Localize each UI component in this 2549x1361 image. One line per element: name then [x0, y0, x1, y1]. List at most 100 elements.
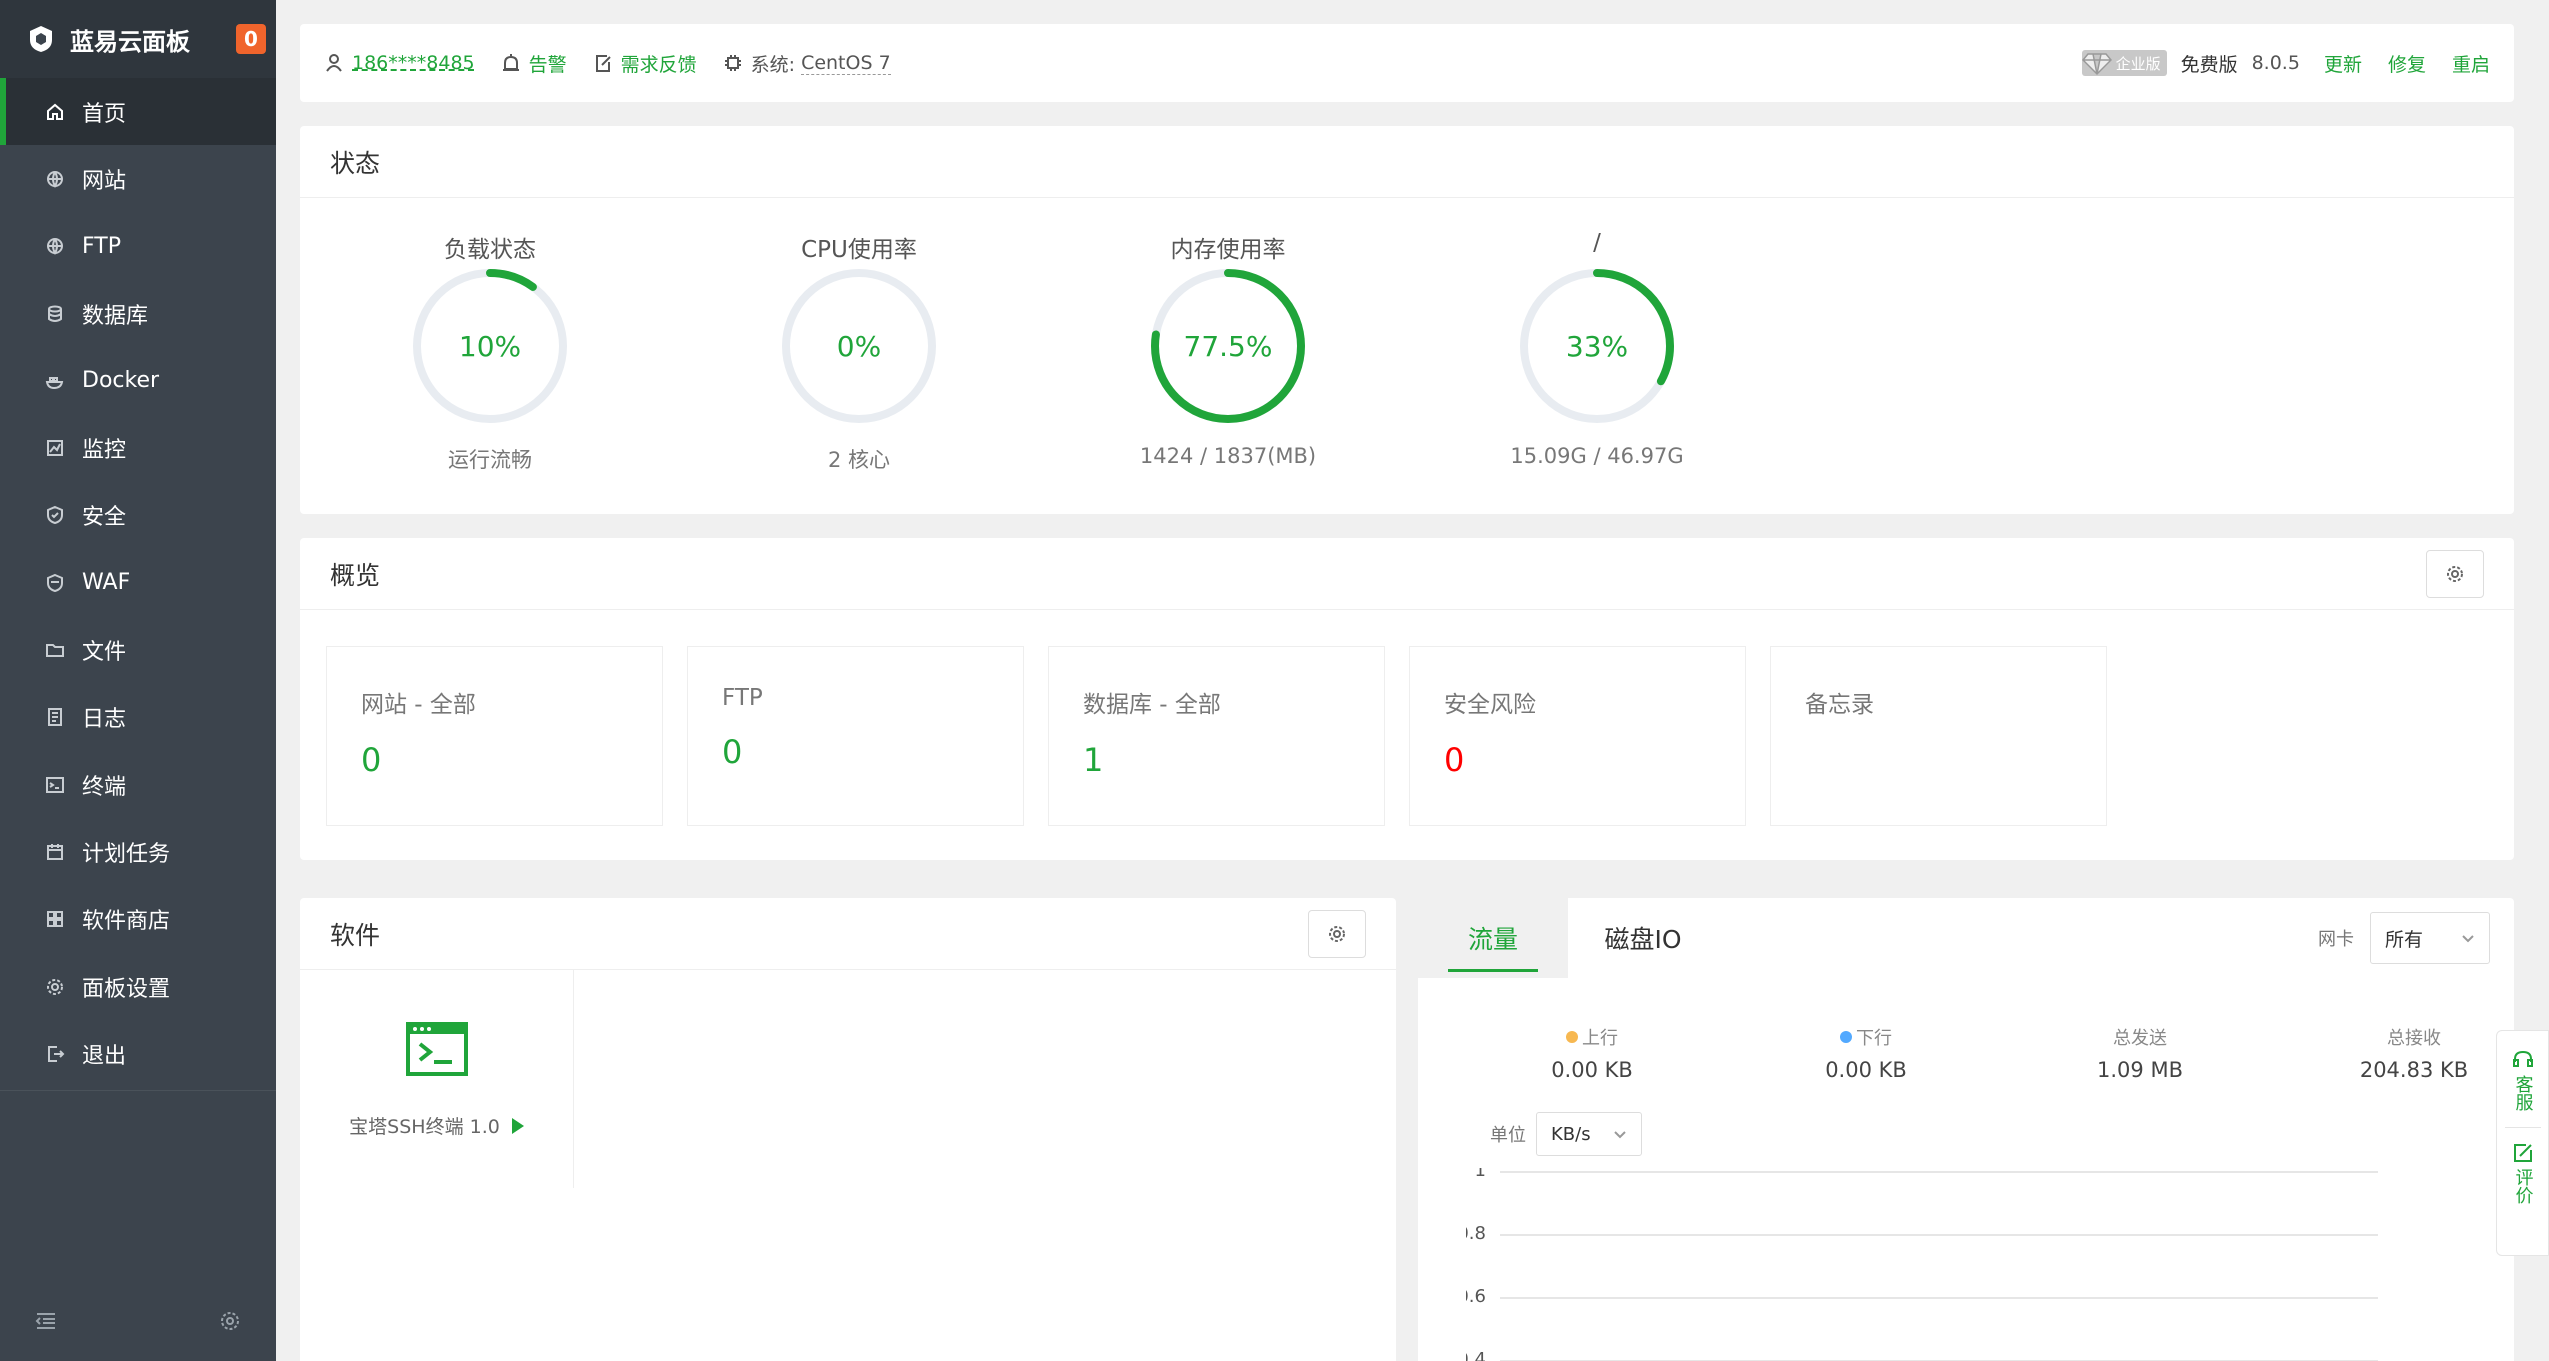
edit-doc-icon [595, 55, 611, 72]
tab-disk-io[interactable]: 磁盘IO [1568, 898, 1718, 978]
sidebar-item-docker[interactable]: Docker [0, 347, 276, 414]
user-phone[interactable]: 186****8485 [352, 52, 475, 74]
nic-select[interactable]: 所有 [2370, 912, 2490, 964]
overview-value: 0 [1444, 741, 1465, 779]
unit-select[interactable]: KB/s [1536, 1112, 1642, 1156]
update-link[interactable]: 更新 [2324, 50, 2362, 77]
overview-settings-button[interactable] [2426, 550, 2484, 598]
terminal-icon [44, 774, 66, 796]
overview-label: 数据库 - 全部 [1083, 692, 1221, 718]
feedback-link[interactable]: 需求反馈 [593, 50, 697, 77]
sidebar-item-home[interactable]: 首页 [0, 78, 276, 146]
tab-traffic[interactable]: 流量 [1418, 898, 1568, 978]
restart-link[interactable]: 重启 [2452, 50, 2490, 77]
y-tick: 0.4 [1466, 1349, 1486, 1361]
overview-websites[interactable]: 网站 - 全部 0 [326, 646, 663, 826]
software-item-ssh-terminal[interactable]: 宝塔SSH终端 1.0 [300, 970, 574, 1188]
chevron-down-icon [2461, 931, 2475, 945]
customer-service-button[interactable]: 客服 [2512, 1049, 2534, 1111]
sidebar-footer [0, 1281, 276, 1361]
chip-icon [724, 55, 741, 71]
alert-label[interactable]: 告警 [529, 50, 567, 77]
repair-link[interactable]: 修复 [2388, 50, 2426, 77]
monitor-icon [44, 437, 66, 459]
collapse-menu-icon[interactable] [34, 1309, 58, 1333]
sidebar-item-cron[interactable]: 计划任务 [0, 818, 276, 885]
stat-label: 总接收 [2387, 1028, 2441, 1049]
gauge-ring: 0% [782, 269, 936, 423]
cpu-gauge[interactable]: CPU使用率 0% 2 核心 [769, 230, 949, 474]
stat-label: 下行 [1856, 1028, 1892, 1049]
chevron-down-icon [1613, 1127, 1627, 1141]
sidebar-item-label: 数据库 [82, 303, 149, 329]
sidebar-item-label: 退出 [82, 1043, 127, 1069]
overview-security-risk[interactable]: 安全风险 0 [1409, 646, 1746, 826]
logo-bar: 蓝易云面板 0 [0, 0, 276, 78]
sidebar-item-logout[interactable]: 退出 [0, 1020, 276, 1087]
sidebar-item-security[interactable]: 安全 [0, 482, 276, 549]
sidebar-item-label: 首页 [82, 101, 127, 127]
stat-download: 下行 0.00 KB [1766, 1024, 1966, 1082]
stat-label: 总发送 [2113, 1028, 2167, 1049]
traffic-panel: 流量 磁盘IO 网卡 所有 上行 0.00 KB 下行 0.00 KB 总发送 … [1418, 898, 2514, 1361]
y-tick: 0.8 [1466, 1223, 1486, 1244]
review-button[interactable]: 评价 [2512, 1142, 2534, 1204]
gear-icon[interactable] [218, 1309, 242, 1333]
sidebar-item-logs[interactable]: 日志 [0, 684, 276, 751]
stat-value: 0.00 KB [1825, 1058, 1907, 1082]
service-label: 客服 [2512, 1075, 2534, 1111]
load-gauge[interactable]: 负载状态 10% 运行流畅 [400, 230, 580, 474]
software-settings-button[interactable] [1308, 910, 1366, 958]
gauge-ring: 33% [1520, 269, 1674, 423]
sidebar-item-settings[interactable]: 面板设置 [0, 953, 276, 1020]
status-title: 状态 [300, 126, 2514, 198]
sidebar-item-terminal[interactable]: 终端 [0, 751, 276, 818]
sidebar: 蓝易云面板 0 首页 网站 FTP 数据库 Docker 监控 安全 WAF 文… [0, 0, 276, 1361]
traffic-chart: 1 0.8 0.6 0.4 [1466, 1168, 2378, 1361]
main-content: 186****8485 告警 需求反馈 系统: CentOS 7 企业版 免费版… [276, 0, 2549, 1361]
gear-icon [1329, 926, 1345, 942]
y-tick: 0.6 [1466, 1286, 1486, 1307]
sidebar-item-store[interactable]: 软件商店 [0, 886, 276, 953]
globe-icon [44, 168, 66, 190]
gauge-ring: 77.5% [1151, 269, 1305, 423]
disk-gauge[interactable]: / 33% 15.09G / 46.97G [1507, 230, 1687, 468]
overview-label: 备忘录 [1805, 692, 1874, 718]
float-divider [2504, 1127, 2541, 1128]
system-value[interactable]: CentOS 7 [801, 52, 891, 75]
sidebar-item-label: 文件 [82, 640, 127, 666]
stat-value: 0.00 KB [1551, 1058, 1633, 1082]
top-bar: 186****8485 告警 需求反馈 系统: CentOS 7 企业版 免费版… [300, 24, 2514, 102]
sidebar-item-website[interactable]: 网站 [0, 145, 276, 212]
sidebar-item-waf[interactable]: WAF [0, 549, 276, 616]
notification-badge[interactable]: 0 [236, 24, 266, 54]
alert-link[interactable]: 告警 [501, 50, 567, 77]
topbar-right: 企业版 免费版 8.0.5 更新 修复 重启 [2081, 50, 2490, 77]
sidebar-item-database[interactable]: 数据库 [0, 280, 276, 347]
gauge-value: 10% [459, 330, 521, 363]
overview-ftp[interactable]: FTP 0 [687, 646, 1024, 826]
terminal-icon [405, 1022, 468, 1076]
nic-label: 网卡 [2318, 929, 2354, 950]
waf-shield-icon [44, 572, 66, 594]
memory-gauge[interactable]: 内存使用率 77.5% 1424 / 1837(MB) [1138, 230, 1318, 468]
overview-value: 1 [1083, 741, 1104, 779]
sidebar-item-monitor[interactable]: 监控 [0, 414, 276, 481]
enterprise-badge[interactable]: 企业版 [2081, 50, 2167, 76]
overview-database[interactable]: 数据库 - 全部 1 [1048, 646, 1385, 826]
sidebar-divider [0, 1090, 276, 1091]
sidebar-item-label: FTP [82, 233, 121, 259]
feedback-label[interactable]: 需求反馈 [621, 50, 697, 77]
download-dot [1840, 1031, 1852, 1043]
software-name[interactable]: 宝塔SSH终端 1.0 [349, 1112, 524, 1139]
stat-value: 1.09 MB [2097, 1058, 2183, 1082]
user-account[interactable]: 186****8485 [324, 52, 475, 74]
calendar-icon [44, 841, 66, 863]
overview-memo[interactable]: 备忘录 [1770, 646, 2107, 826]
play-icon[interactable] [511, 1117, 524, 1134]
system-info[interactable]: 系统: CentOS 7 [723, 50, 891, 77]
nic-select-value: 所有 [2385, 928, 2424, 951]
sidebar-item-ftp[interactable]: FTP [0, 213, 276, 280]
sidebar-item-files[interactable]: 文件 [0, 616, 276, 683]
edit-icon [2513, 1144, 2532, 1162]
